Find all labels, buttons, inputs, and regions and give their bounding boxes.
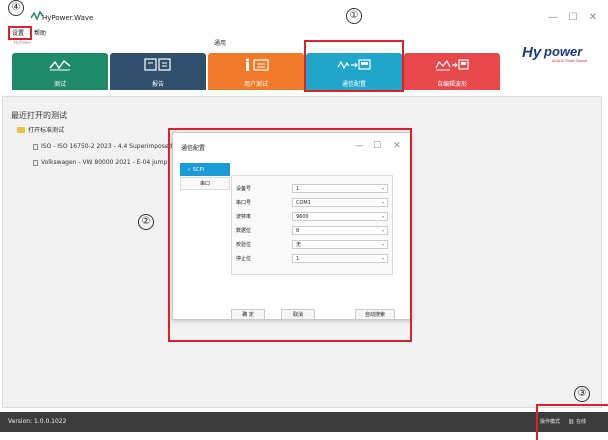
- version-label: Version: 1.0.0.1022: [8, 418, 67, 425]
- open-standard-test-label: 打开标准测试: [28, 127, 65, 134]
- maximize-button[interactable]: ☐: [566, 12, 580, 24]
- tile-user-test[interactable]: 用户测试: [208, 53, 304, 90]
- recent-item-label: Volkswagen - VW 80000 2021 - E-04 jump: [41, 159, 168, 166]
- brand-logo: Hy power AC&DC Power Source: [522, 44, 587, 63]
- tile-custom-waveform[interactable]: 自编辑波形: [404, 53, 500, 90]
- app-subtitle: HyPower: [14, 40, 32, 45]
- window-title: HyPower.Wave: [42, 14, 94, 22]
- title-bar: HyPower.Wave — ☐ ✕: [0, 0, 608, 30]
- tile-user-test-label: 用户测试: [243, 81, 268, 88]
- annotation-marker-1: ①: [346, 8, 362, 24]
- document-icon: [33, 143, 38, 150]
- minimize-button[interactable]: —: [546, 12, 560, 24]
- brand-tagline: AC&DC Power Source: [552, 59, 587, 63]
- annotation-box-dialog: [168, 128, 412, 342]
- annotation-marker-3: ③: [574, 386, 590, 402]
- open-standard-test-link[interactable]: 打开标准测试: [17, 125, 64, 134]
- recent-item[interactable]: Volkswagen - VW 80000 2021 - E-04 jump: [33, 159, 167, 166]
- annotation-marker-2: ②: [138, 214, 154, 230]
- recent-item[interactable]: ISO - ISO 16750-2 2023 - 4.4 Superimpose…: [33, 143, 172, 150]
- close-button[interactable]: ✕: [586, 12, 600, 24]
- tile-custom-waveform-label: 自编辑波形: [436, 81, 467, 88]
- annotation-marker-4: ④: [8, 0, 24, 16]
- recent-tests-title: 最近打开的测试: [11, 111, 67, 120]
- menu-help[interactable]: 帮助: [32, 28, 48, 40]
- annotation-box-status: [536, 404, 608, 440]
- brand-name: power: [543, 44, 583, 59]
- custom-waveform-icon: [435, 59, 469, 71]
- tile-report-label: 报告: [151, 81, 164, 88]
- waveform-icon: [49, 59, 71, 71]
- document-icon: [33, 159, 38, 166]
- ribbon-group-label: 通用: [214, 40, 227, 47]
- tile-test[interactable]: 测试: [12, 53, 108, 90]
- tile-test-label: 测试: [53, 81, 66, 88]
- brand-prefix: Hy: [522, 44, 542, 61]
- tile-report[interactable]: 报告: [110, 53, 206, 90]
- annotation-box-comm-config: [304, 40, 404, 92]
- annotation-box-settings: [8, 26, 32, 40]
- folder-icon: [17, 126, 25, 133]
- user-test-icon: [246, 58, 269, 71]
- recent-item-label: ISO - ISO 16750-2 2023 - 4.4 Superimpose…: [41, 143, 173, 150]
- report-icon: [144, 58, 171, 71]
- status-bar: Version: 1.0.0.1022 操作模式 ⛓ 在线: [0, 412, 608, 432]
